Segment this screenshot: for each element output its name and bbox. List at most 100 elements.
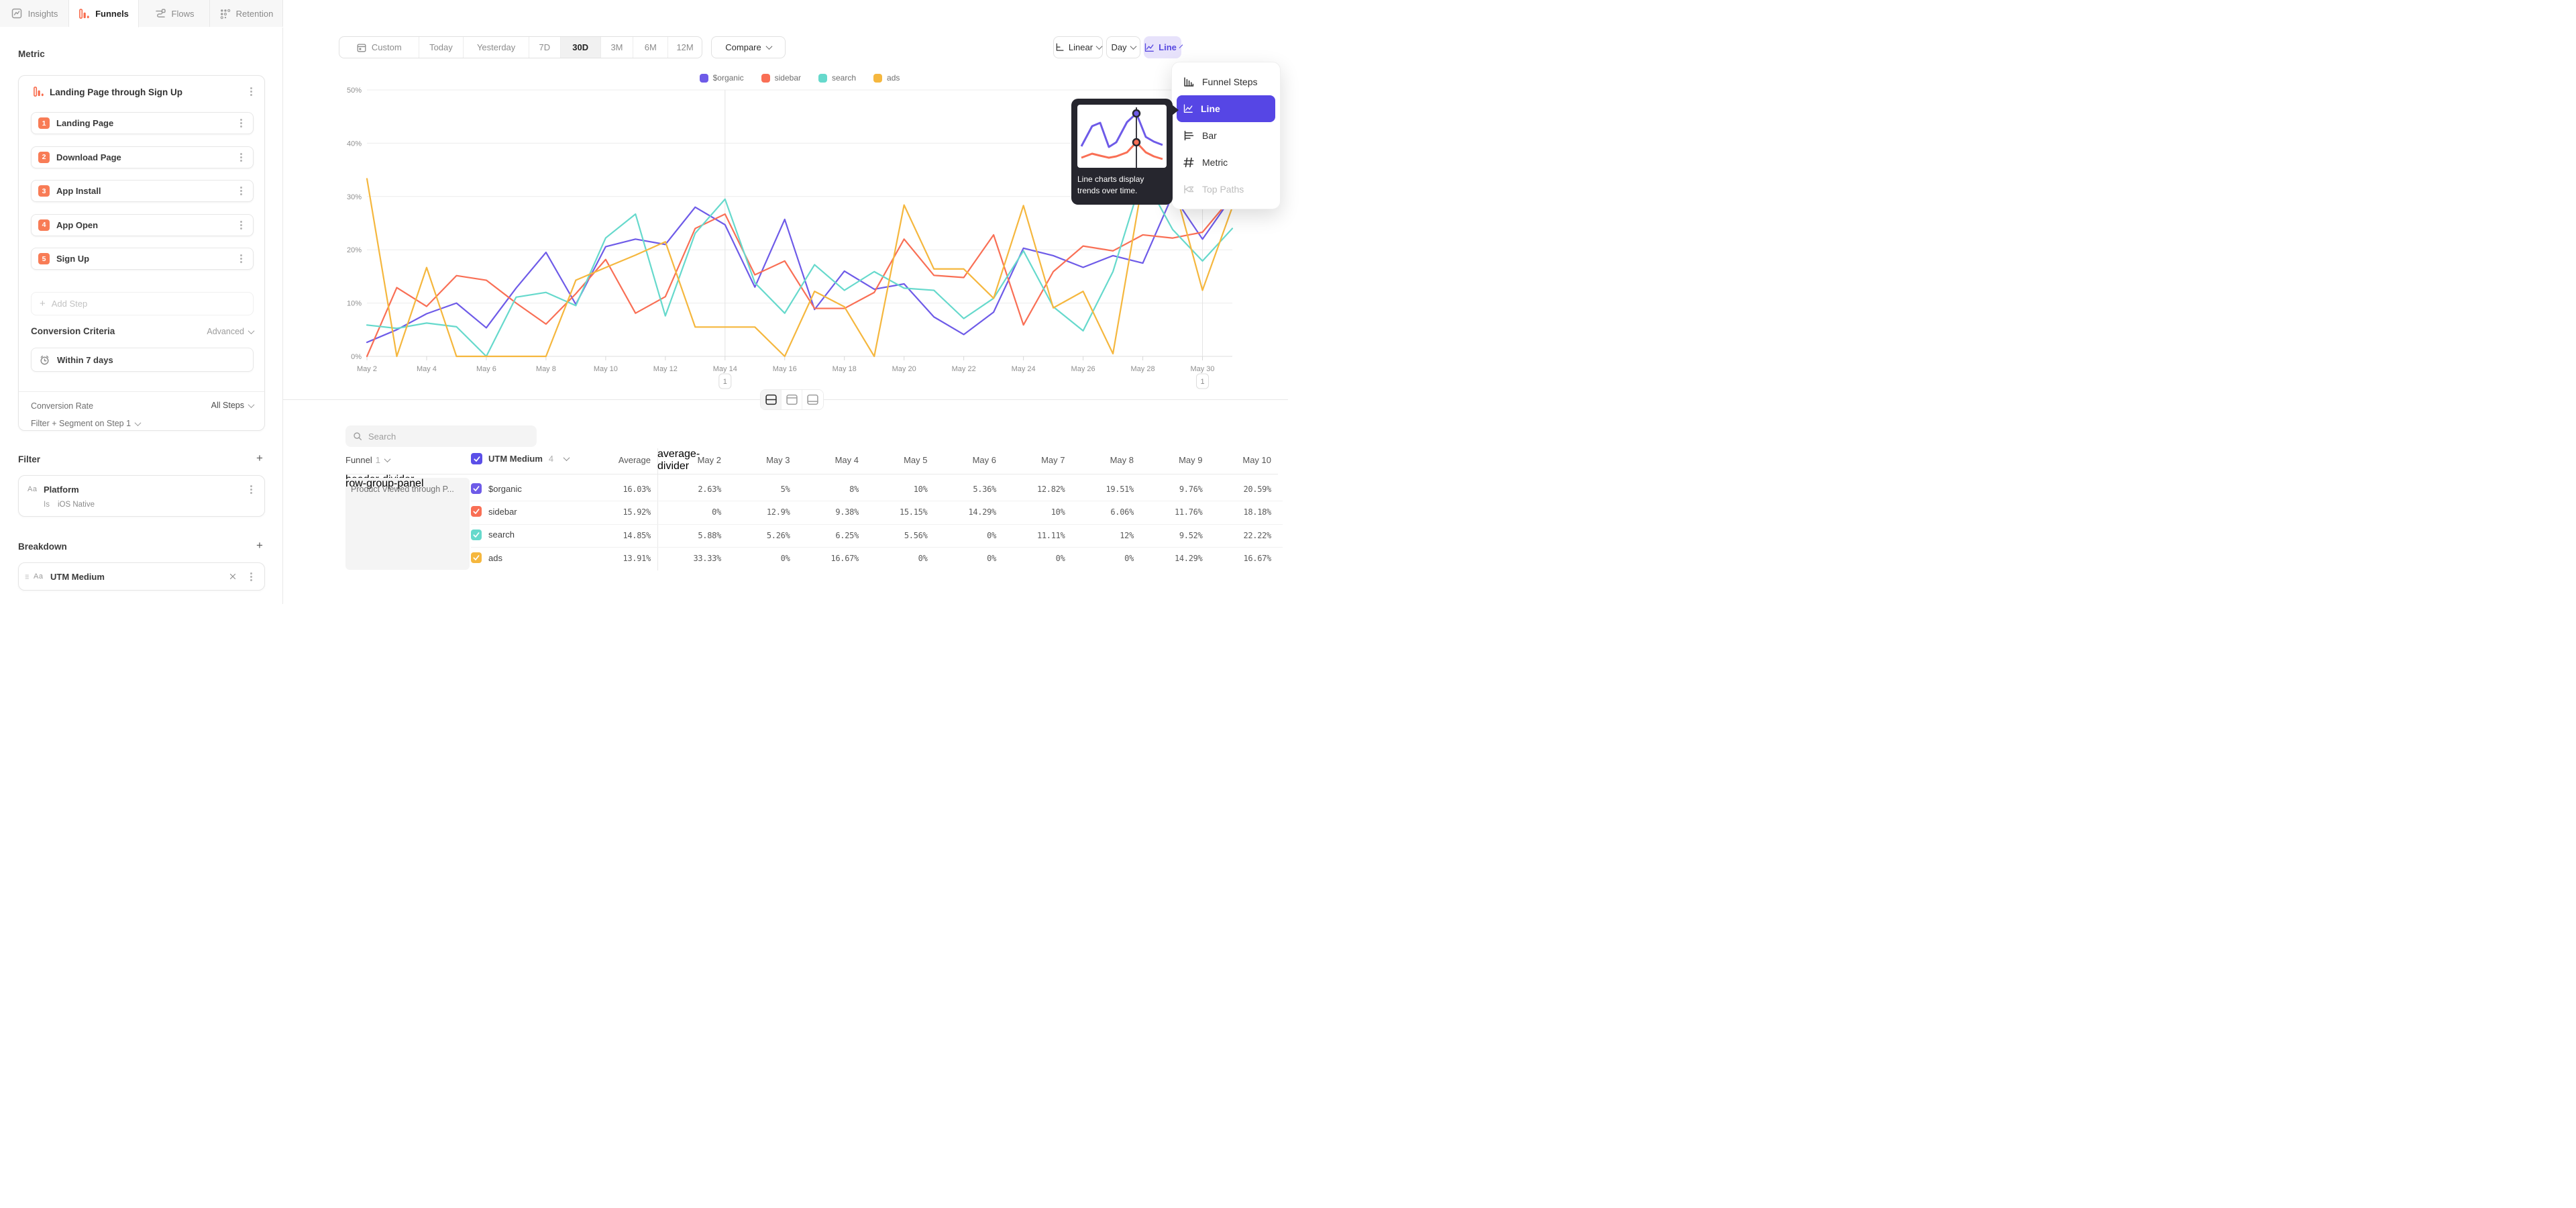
tooltip-preview-chart — [1077, 105, 1167, 168]
range-12m[interactable]: 12M — [668, 37, 702, 58]
funnels-icon — [78, 8, 90, 19]
funnel-step-2[interactable]: 2 Download Page — [31, 146, 254, 168]
search-icon — [352, 431, 363, 442]
layout-split-horizontal-button[interactable] — [761, 390, 782, 409]
svg-text:May 4: May 4 — [417, 365, 437, 373]
add-filter-button[interactable]: + — [256, 452, 263, 464]
menu-item-bar[interactable]: Bar — [1177, 122, 1275, 149]
date-header: May 10 — [1208, 455, 1271, 465]
cell-value: 6.06% — [1070, 507, 1134, 517]
menu-item-line[interactable]: Line — [1177, 95, 1275, 122]
series-checkbox-ads[interactable] — [471, 552, 482, 563]
layout-chart-bottom-icon — [806, 393, 819, 406]
kebab-icon[interactable] — [236, 253, 246, 264]
series-checkbox-sidebar[interactable] — [471, 506, 482, 517]
series-name: ads — [488, 553, 502, 563]
add-breakdown-button[interactable]: + — [256, 540, 263, 551]
svg-text:40%: 40% — [347, 140, 362, 148]
range-yesterday[interactable]: Yesterday — [464, 37, 529, 58]
close-icon[interactable] — [228, 572, 237, 581]
cell-value: 18.18% — [1208, 507, 1271, 517]
funnel-metric-icon — [33, 86, 44, 97]
series-ads — [367, 179, 1232, 356]
range-3m[interactable]: 3M — [601, 37, 634, 58]
granularity-selector[interactable]: Day — [1106, 36, 1140, 58]
step-number-badge: 1 — [38, 117, 50, 129]
range-custom[interactable]: Custom — [339, 37, 419, 58]
compare-button[interactable]: Compare — [711, 36, 786, 58]
date-range-segmented-control: CustomTodayYesterday7D30D3M6M12M — [339, 36, 702, 58]
kebab-icon[interactable] — [236, 152, 246, 163]
range-6m[interactable]: 6M — [633, 37, 668, 58]
cell-value: 0% — [932, 531, 996, 540]
cell-value: 16.67% — [795, 554, 859, 563]
filter-operator: Is — [44, 501, 50, 509]
scale-selector[interactable]: Linear — [1053, 36, 1103, 58]
average-value: 13.91% — [577, 554, 651, 563]
menu-item-metric[interactable]: Metric — [1177, 149, 1275, 176]
kebab-icon[interactable] — [236, 185, 246, 197]
layout-chart-top-button[interactable] — [782, 390, 802, 409]
cell-value: 6.25% — [795, 531, 859, 540]
search-input[interactable] — [368, 432, 530, 442]
cell-value: 5.26% — [727, 531, 790, 540]
svg-text:May 18: May 18 — [833, 365, 857, 373]
kebab-icon[interactable] — [246, 571, 256, 583]
breakdown-checkbox[interactable] — [471, 453, 482, 464]
toppaths-icon — [1183, 183, 1195, 195]
tab-insights[interactable]: Insights — [0, 0, 69, 27]
conversion-window-control[interactable]: Within 7 days — [31, 348, 254, 372]
tab-funnels[interactable]: Funnels — [69, 0, 139, 28]
svg-text:May 14: May 14 — [713, 365, 737, 373]
tab-flows[interactable]: Flows — [139, 0, 210, 27]
svg-text:50%: 50% — [347, 87, 362, 95]
table-row: ads 13.91% 33.33%0%16.67%0%0%0%0%14.29%1… — [283, 547, 1288, 570]
conversion-rate-selector[interactable]: All Steps — [211, 401, 254, 410]
series-checkbox-organic[interactable] — [471, 483, 482, 494]
range-30d[interactable]: 30D — [561, 37, 601, 58]
series-organic — [367, 195, 1232, 342]
series-name: $organic — [488, 484, 522, 494]
layout-chart-bottom-button[interactable] — [802, 390, 823, 409]
menu-item-funnel-steps[interactable]: Funnel Steps — [1177, 68, 1275, 95]
svg-text:May 12: May 12 — [653, 365, 678, 373]
range-7d[interactable]: 7D — [529, 37, 561, 58]
date-header: May 4 — [795, 455, 859, 465]
table-search[interactable] — [345, 425, 537, 447]
kebab-icon[interactable] — [246, 484, 256, 495]
advanced-toggle[interactable]: Advanced — [207, 327, 254, 336]
chart-type-selector[interactable]: Line — [1144, 36, 1181, 58]
funnel-column-selector[interactable]: Funnel1 — [345, 455, 390, 465]
average-value: 14.85% — [577, 531, 651, 540]
svg-text:20%: 20% — [347, 246, 362, 254]
add-step-button[interactable]: + Add Step — [31, 292, 254, 315]
filter-card[interactable]: Aa Platform Is iOS Native — [18, 475, 265, 517]
funnel-step-3[interactable]: 3 App Install — [31, 180, 254, 202]
kebab-icon[interactable] — [236, 117, 246, 129]
filter-property: Platform — [44, 485, 79, 495]
kebab-icon[interactable] — [246, 86, 256, 97]
filter-segment-toggle[interactable]: Filter + Segment on Step 1 — [31, 419, 140, 428]
drag-handle-icon[interactable] — [23, 572, 33, 582]
tab-retention[interactable]: Retention — [210, 0, 283, 27]
cell-value: 20.59% — [1208, 485, 1271, 494]
funnel-step-4[interactable]: 4 App Open — [31, 214, 254, 236]
chevron-down-icon — [1179, 44, 1183, 48]
funnel-step-1[interactable]: 1 Landing Page — [31, 112, 254, 134]
breakdown-card[interactable]: Aa UTM Medium — [18, 562, 265, 591]
svg-text:May 6: May 6 — [476, 365, 496, 373]
svg-text:0%: 0% — [351, 353, 362, 361]
step-label: Download Page — [56, 152, 229, 162]
kebab-icon[interactable] — [236, 219, 246, 231]
cell-value: 10% — [864, 485, 928, 494]
step-label: App Open — [56, 220, 229, 230]
step-number-badge: 2 — [38, 152, 50, 163]
cell-value: 0% — [864, 554, 928, 563]
funnel-step-5[interactable]: 5 Sign Up — [31, 248, 254, 270]
series-checkbox-search[interactable] — [471, 530, 482, 540]
date-header: May 8 — [1070, 455, 1134, 465]
breakdown-column-selector[interactable]: UTM Medium4 — [471, 453, 569, 464]
clock-icon — [39, 354, 50, 366]
chevron-down-icon — [765, 43, 772, 50]
range-today[interactable]: Today — [419, 37, 464, 58]
